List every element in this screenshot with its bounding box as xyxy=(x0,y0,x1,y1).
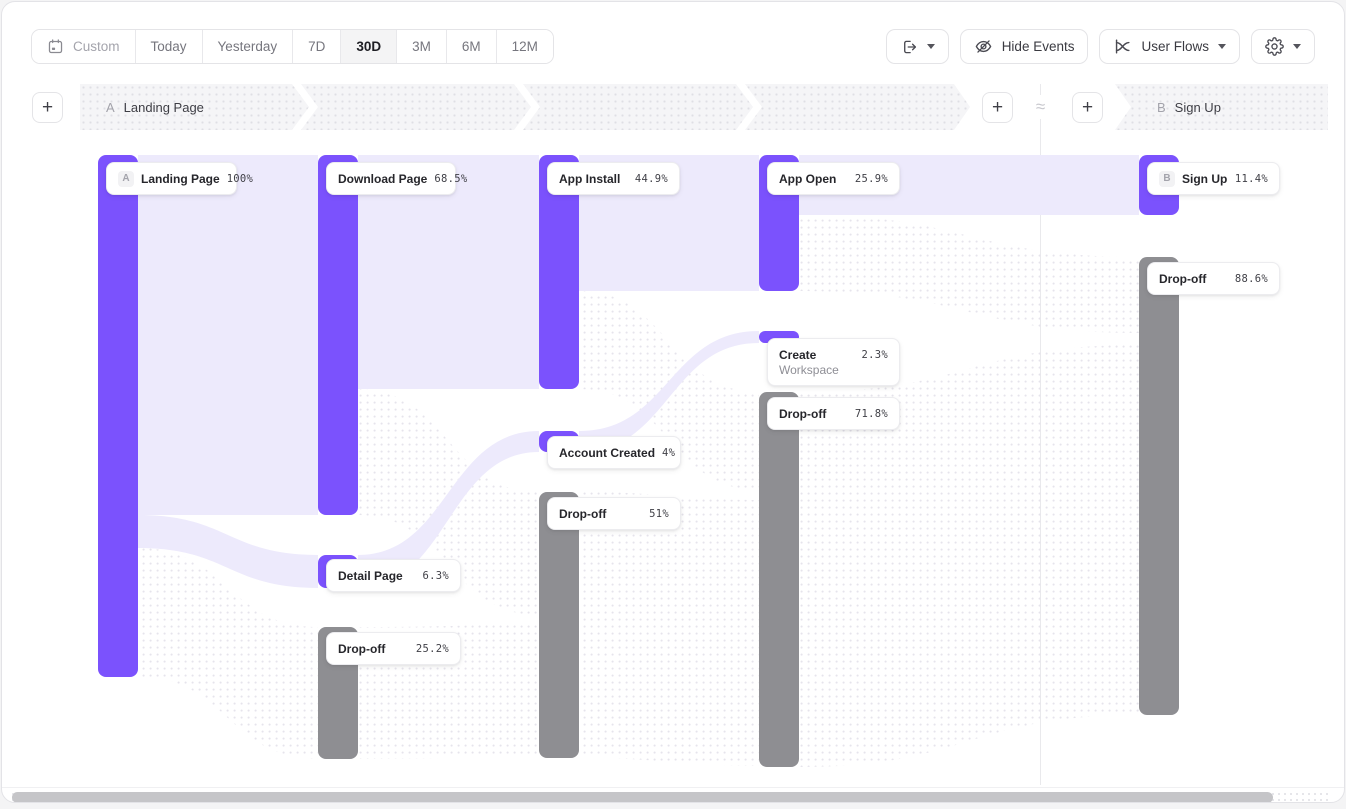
flow-dropoff3-dropoff4 xyxy=(579,492,759,766)
node-card-app-install[interactable]: App Install 44.9% xyxy=(547,162,680,195)
node-badge: A xyxy=(118,171,134,187)
node-value: 88.6% xyxy=(1235,273,1268,285)
node-bar-dropoff-step5[interactable] xyxy=(1139,257,1179,715)
node-value: 6.3% xyxy=(423,570,450,582)
node-label-line1: Create xyxy=(779,348,855,362)
node-label: Landing Page xyxy=(141,172,220,186)
node-bar-dropoff-step3[interactable] xyxy=(539,492,579,758)
node-label: Sign Up xyxy=(1182,172,1227,186)
node-value: 11.4% xyxy=(1235,173,1268,185)
node-card-sign-up[interactable]: B Sign Up 11.4% xyxy=(1147,162,1280,195)
node-card-dropoff-step5[interactable]: Drop-off 88.6% xyxy=(1147,262,1280,295)
node-value: 100% xyxy=(227,173,254,185)
horizontal-scrollbar-thumb[interactable] xyxy=(12,792,1273,803)
node-label: Drop-off xyxy=(338,642,385,656)
node-value: 4% xyxy=(662,447,675,459)
node-label-line2: Workspace xyxy=(779,363,888,377)
user-flows-page: Custom Today Yesterday 7D 30D 3M 6M 12M xyxy=(1,1,1345,803)
horizontal-scrollbar-track[interactable] xyxy=(10,791,1332,803)
node-label: App Open xyxy=(779,172,836,186)
node-value: 51% xyxy=(649,508,669,520)
node-card-app-open[interactable]: App Open 25.9% xyxy=(767,162,900,195)
flow-landing-download xyxy=(138,155,318,515)
node-label: Drop-off xyxy=(779,407,826,421)
flow-appopen-dropoff xyxy=(799,215,1139,333)
node-card-create-workspace[interactable]: Create 2.3% Workspace xyxy=(767,338,900,386)
node-card-landing-page[interactable]: A Landing Page 100% xyxy=(106,162,237,195)
node-badge: B xyxy=(1159,171,1175,187)
node-value: 2.3% xyxy=(862,349,889,361)
node-card-dropoff-step4[interactable]: Drop-off 71.8% xyxy=(767,397,900,430)
node-card-account-created[interactable]: Account Created 4% xyxy=(547,436,681,469)
node-label: App Install xyxy=(559,172,620,186)
node-label: Download Page xyxy=(338,172,427,186)
node-card-dropoff-step3[interactable]: Drop-off 51% xyxy=(547,497,681,530)
node-bar-dropoff-step4[interactable] xyxy=(759,392,799,767)
node-value: 44.9% xyxy=(635,173,668,185)
node-label: Account Created xyxy=(559,446,655,460)
node-value: 68.5% xyxy=(434,173,467,185)
content-bottom-border xyxy=(2,787,1344,788)
node-label: Detail Page xyxy=(338,569,403,583)
node-bar-landing-page[interactable] xyxy=(98,155,138,677)
node-card-dropoff-step2[interactable]: Drop-off 25.2% xyxy=(326,632,461,665)
node-value: 71.8% xyxy=(855,408,888,420)
node-card-download-page[interactable]: Download Page 68.5% xyxy=(326,162,456,195)
node-value: 25.2% xyxy=(416,643,449,655)
node-label: Drop-off xyxy=(559,507,606,521)
node-label: Drop-off xyxy=(1159,272,1206,286)
node-value: 25.9% xyxy=(855,173,888,185)
node-card-detail-page[interactable]: Detail Page 6.3% xyxy=(326,559,461,592)
node-bar-download-page[interactable] xyxy=(318,155,358,515)
